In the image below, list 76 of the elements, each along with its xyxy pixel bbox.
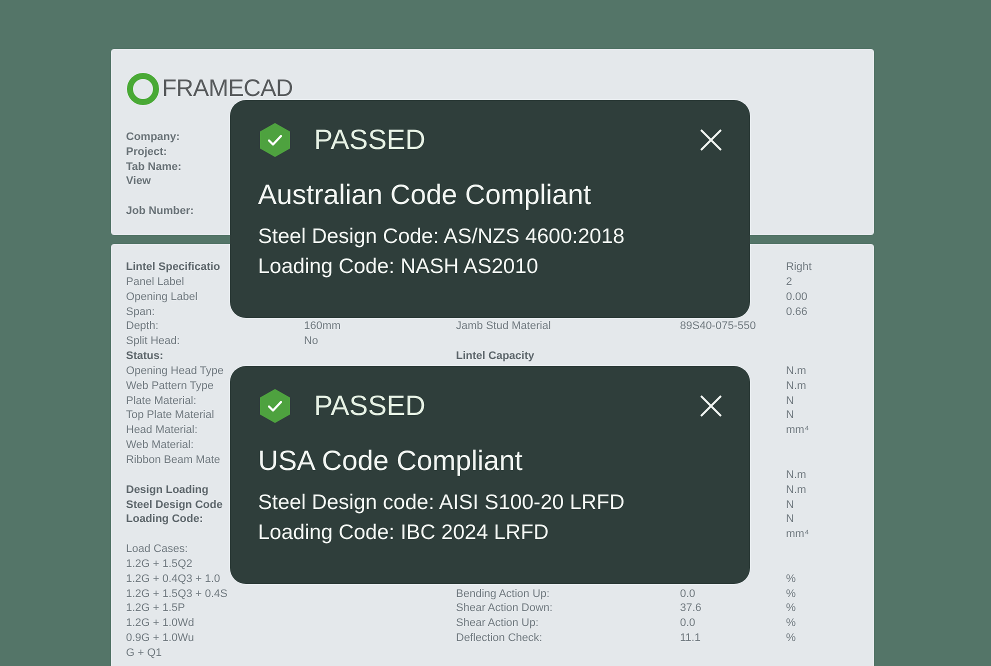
notification-text: Steel Design code: AISI S100-20 LRFD (258, 490, 626, 516)
report-label: Deflection Check: (456, 631, 542, 646)
report-unit: mm⁴ (786, 527, 810, 542)
report-label: 1.2G + 1.5P (126, 601, 186, 616)
check-hexagon-icon (258, 388, 292, 424)
field-label: View (126, 174, 151, 190)
field-label: Job Number: (126, 204, 194, 219)
report-label: Shear Action Down: (456, 601, 553, 616)
report-label: G + Q1 (126, 646, 162, 661)
check-hexagon-icon (258, 122, 292, 158)
report-unit: 0.00 (786, 290, 808, 305)
report-unit: % (786, 601, 796, 616)
report-label: Loading Code: (126, 512, 203, 528)
report-label: Opening Head Type (126, 364, 224, 379)
notification-title: USA Code Compliant (258, 444, 524, 478)
close-icon (699, 394, 723, 418)
report-unit: N (786, 394, 794, 408)
report-label: Web Material: (126, 438, 194, 453)
report-label: Load Cases: (126, 542, 188, 557)
ring-logo-icon (126, 72, 160, 106)
report-label: Lintel Specificatio (126, 260, 220, 275)
report-unit: N.m (786, 364, 806, 379)
report-label: Bending Action Up: (456, 586, 550, 602)
report-unit: % (786, 631, 796, 646)
report-label: Status: (126, 349, 164, 364)
report-unit: % (786, 572, 796, 587)
report-value: 11.1 (680, 631, 701, 646)
field-label: Tab Name: (126, 160, 182, 174)
report-unit: Right (786, 260, 812, 275)
report-label: Steel Design Code (126, 498, 223, 512)
report-unit: N (786, 512, 794, 528)
report-unit: % (786, 586, 796, 602)
report-unit: N (786, 408, 794, 424)
report-unit: % (786, 616, 796, 632)
report-label: Ribbon Beam Mate (126, 452, 220, 468)
report-label: Split Head: (126, 334, 180, 350)
notification-text: Loading Code: IBC 2024 LRFD (258, 520, 550, 546)
report-label: Span: (126, 304, 155, 320)
status-label: PASSED (314, 389, 426, 423)
logo-text: FRAMECAD (162, 74, 293, 104)
report-label: 0.9G + 1.0Wu (126, 631, 194, 646)
report-unit: N.m (786, 482, 806, 498)
report-label: Lintel Capacity (456, 349, 534, 364)
report-value: 0.0 (680, 586, 696, 602)
report-label: 1.2G + 1.5Q2 (126, 556, 192, 572)
report-label: Panel Label (126, 274, 184, 290)
field-label: Project: (126, 144, 167, 160)
report-unit: N.m (786, 378, 806, 394)
report-value: 37.6 (680, 601, 702, 616)
report-label: Web Pattern Type (126, 378, 214, 394)
report-label: Shear Action Up: (456, 616, 539, 632)
report-unit: N (786, 498, 794, 512)
close-icon (699, 128, 723, 152)
notification-text: Loading Code: NASH AS2010 (258, 254, 540, 280)
report-label: 1.2G + 1.5Q3 + 0.4S (126, 586, 228, 602)
report-label: Jamb Stud Material (456, 319, 551, 334)
report-unit: mm⁴ (786, 423, 810, 438)
report-unit: N.m (786, 468, 806, 483)
report-value: 160mm (304, 319, 341, 334)
field-label: Company: (126, 130, 180, 145)
report-label: Depth: (126, 319, 158, 334)
report-label: 1.2G + 0.4Q3 + 1.0 (126, 572, 220, 587)
notification-title: Australian Code Compliant (258, 178, 592, 212)
report-label: Top Plate Material (126, 408, 214, 424)
report-unit: 2 (786, 274, 792, 290)
report-label: Design Loading (126, 482, 208, 498)
report-label: Opening Label (126, 290, 198, 305)
report-unit: 0.66 (786, 304, 808, 320)
status-label: PASSED (314, 123, 426, 157)
report-value: 89S40-075-550 (680, 319, 756, 334)
report-label: Plate Material: (126, 394, 196, 408)
report-value: 0.0 (680, 616, 696, 632)
report-value: No (304, 334, 318, 350)
notification-text: Steel Design Code: AS/NZS 4600:2018 (258, 224, 626, 250)
report-label: Head Material: (126, 423, 198, 438)
report-label: 1.2G + 1.0Wd (126, 616, 194, 632)
